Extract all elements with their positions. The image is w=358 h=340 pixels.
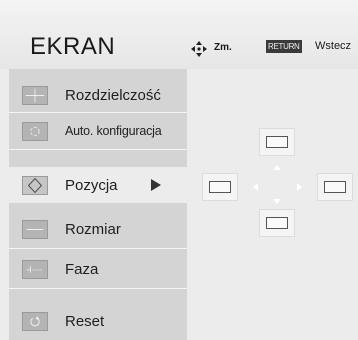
menu-item-auto-config[interactable]: Auto. konfiguracja xyxy=(9,113,187,149)
position-left-button[interactable] xyxy=(202,173,238,201)
header: EKRAN Zm. RETURN Wstecz xyxy=(0,0,358,69)
reset-icon xyxy=(22,311,48,331)
menu-item-label: Reset xyxy=(65,312,105,330)
menu-item-phase[interactable]: Faza xyxy=(9,251,187,287)
menu-item-size[interactable]: Rozmiar xyxy=(9,211,187,247)
menu-item-label: Auto. konfiguracja xyxy=(65,124,162,138)
position-down-button[interactable] xyxy=(259,209,295,237)
return-key-badge: RETURN xyxy=(266,40,302,53)
divider xyxy=(9,149,187,150)
menu-item-label: Rozdzielczość xyxy=(65,86,161,104)
menu-item-resolution[interactable]: Rozdzielczość xyxy=(9,77,187,113)
menu-item-label: Faza xyxy=(65,260,99,278)
menu-item-position[interactable]: Pozycja xyxy=(9,167,187,203)
screen-settings-panel: EKRAN Zm. RETURN Wstecz Rozdzielczość Au… xyxy=(0,0,358,340)
page-title: EKRAN xyxy=(30,33,116,60)
screen-frame-icon xyxy=(324,181,346,193)
menu-item-reset[interactable]: Reset xyxy=(9,303,187,339)
phase-icon xyxy=(22,259,48,279)
auto-config-icon xyxy=(22,121,48,141)
screen-frame-icon xyxy=(209,181,231,193)
submenu-arrow-icon xyxy=(151,179,161,191)
move-hint-label: Zm. xyxy=(214,42,232,53)
position-right-button[interactable] xyxy=(317,173,353,201)
divider xyxy=(9,288,187,289)
position-icon xyxy=(22,175,48,195)
back-hint-label: Wstecz xyxy=(315,40,352,52)
arrow-left-icon xyxy=(253,183,258,191)
menu-item-label: Rozmiar xyxy=(65,220,121,238)
arrow-up-icon xyxy=(273,165,281,170)
move-arrows-icon xyxy=(191,41,207,57)
arrow-right-icon xyxy=(297,183,302,191)
size-icon xyxy=(22,219,48,239)
arrow-down-icon xyxy=(273,199,281,204)
position-up-button[interactable] xyxy=(259,128,295,156)
divider xyxy=(9,248,187,249)
screen-frame-icon xyxy=(266,217,288,229)
menu-item-label: Pozycja xyxy=(65,176,118,194)
position-adjust-area xyxy=(187,69,358,340)
resolution-icon xyxy=(22,85,48,105)
screen-frame-icon xyxy=(266,136,288,148)
